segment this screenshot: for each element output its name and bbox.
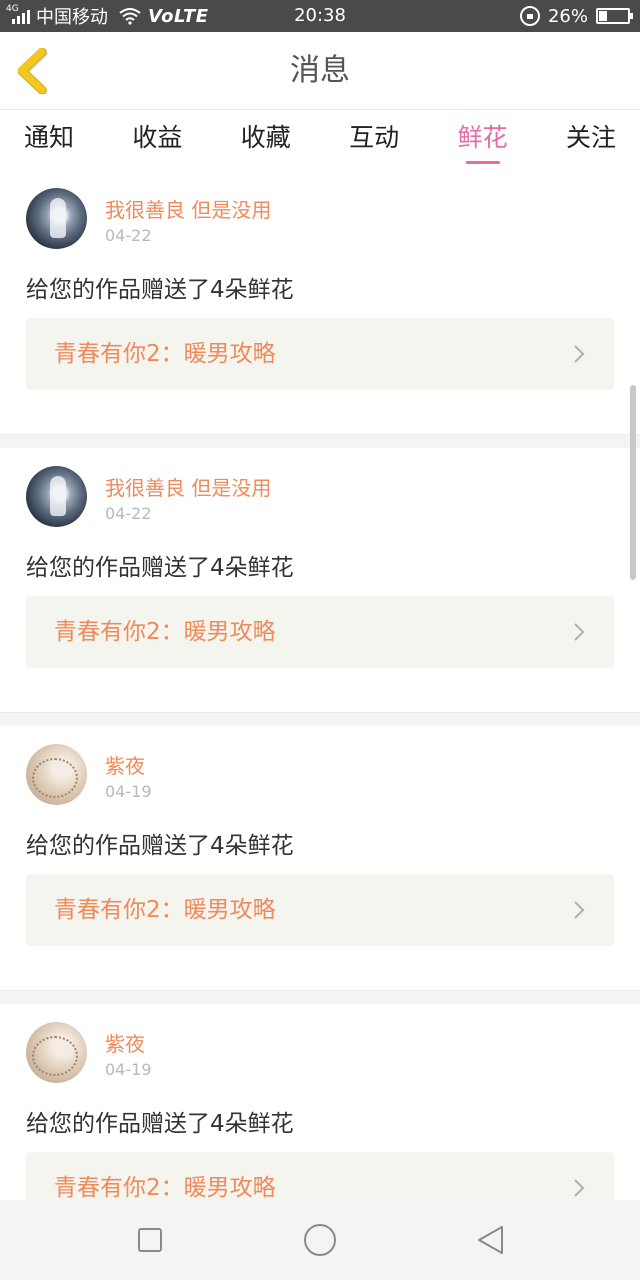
rotation-lock-icon xyxy=(519,6,540,26)
status-right: 26% xyxy=(519,0,633,32)
work-link[interactable]: 青春有你2：暖男攻略 xyxy=(26,874,614,946)
divider xyxy=(0,712,640,726)
message-text: 给您的作品赠送了4朵鲜花 xyxy=(26,1111,294,1137)
work-title: 青春有你2：暖男攻略 xyxy=(54,619,276,645)
message-date: 04-22 xyxy=(105,504,152,523)
chevron-right-icon xyxy=(574,623,585,641)
tab-favorites[interactable]: 收藏 xyxy=(241,110,291,170)
battery-percent: 26% xyxy=(547,5,588,27)
work-title: 青春有你2：暖男攻略 xyxy=(54,897,276,923)
work-title: 青春有你2：暖男攻略 xyxy=(54,341,276,367)
back-icon[interactable] xyxy=(470,1220,510,1260)
tab-interaction[interactable]: 互动 xyxy=(349,110,399,170)
message-date: 04-19 xyxy=(105,782,152,801)
tab-flowers[interactable]: 鲜花 xyxy=(458,110,508,170)
message-card: 我很善良 但是没用 04-22 给您的作品赠送了4朵鲜花 青春有你2：暖男攻略 xyxy=(0,448,640,712)
user-name[interactable]: 我很善良 但是没用 xyxy=(105,472,271,501)
home-icon[interactable] xyxy=(300,1220,340,1260)
avatar[interactable] xyxy=(26,466,87,527)
page-title: 消息 xyxy=(290,53,350,88)
system-nav-bar xyxy=(0,1200,640,1280)
work-link[interactable]: 青春有你2：暖男攻略 xyxy=(26,318,614,390)
scrollbar[interactable] xyxy=(630,385,636,580)
message-list: 我很善良 但是没用 04-22 给您的作品赠送了4朵鲜花 青春有你2：暖男攻略 … xyxy=(0,170,640,1268)
divider xyxy=(0,434,640,448)
battery-icon xyxy=(596,8,633,24)
message-text: 给您的作品赠送了4朵鲜花 xyxy=(26,555,294,581)
message-card: 我很善良 但是没用 04-22 给您的作品赠送了4朵鲜花 青春有你2：暖男攻略 xyxy=(0,170,640,434)
user-name[interactable]: 紫夜 xyxy=(105,1028,145,1057)
avatar[interactable] xyxy=(26,1022,87,1083)
message-date: 04-22 xyxy=(105,226,152,245)
status-bar: 4G 中国移动 VoLTE 20:38 26% xyxy=(0,0,640,32)
app-header: 消息 xyxy=(0,32,640,110)
user-name[interactable]: 紫夜 xyxy=(105,750,145,779)
divider xyxy=(0,990,640,1004)
chevron-right-icon xyxy=(574,1179,585,1197)
work-link[interactable]: 青春有你2：暖男攻略 xyxy=(26,596,614,668)
tab-earnings[interactable]: 收益 xyxy=(132,110,182,170)
recent-apps-icon[interactable] xyxy=(130,1220,170,1260)
tab-bar: 通知 收益 收藏 互动 鲜花 关注 xyxy=(0,110,640,170)
message-card: 紫夜 04-19 给您的作品赠送了4朵鲜花 青春有你2：暖男攻略 xyxy=(0,726,640,990)
chevron-right-icon xyxy=(574,345,585,363)
message-text: 给您的作品赠送了4朵鲜花 xyxy=(26,277,294,303)
avatar[interactable] xyxy=(26,188,87,249)
tab-follow[interactable]: 关注 xyxy=(566,110,616,170)
user-name[interactable]: 我很善良 但是没用 xyxy=(105,194,271,223)
chevron-right-icon xyxy=(574,901,585,919)
avatar[interactable] xyxy=(26,744,87,805)
message-date: 04-19 xyxy=(105,1060,152,1079)
tab-notice[interactable]: 通知 xyxy=(24,110,74,170)
message-text: 给您的作品赠送了4朵鲜花 xyxy=(26,833,294,859)
